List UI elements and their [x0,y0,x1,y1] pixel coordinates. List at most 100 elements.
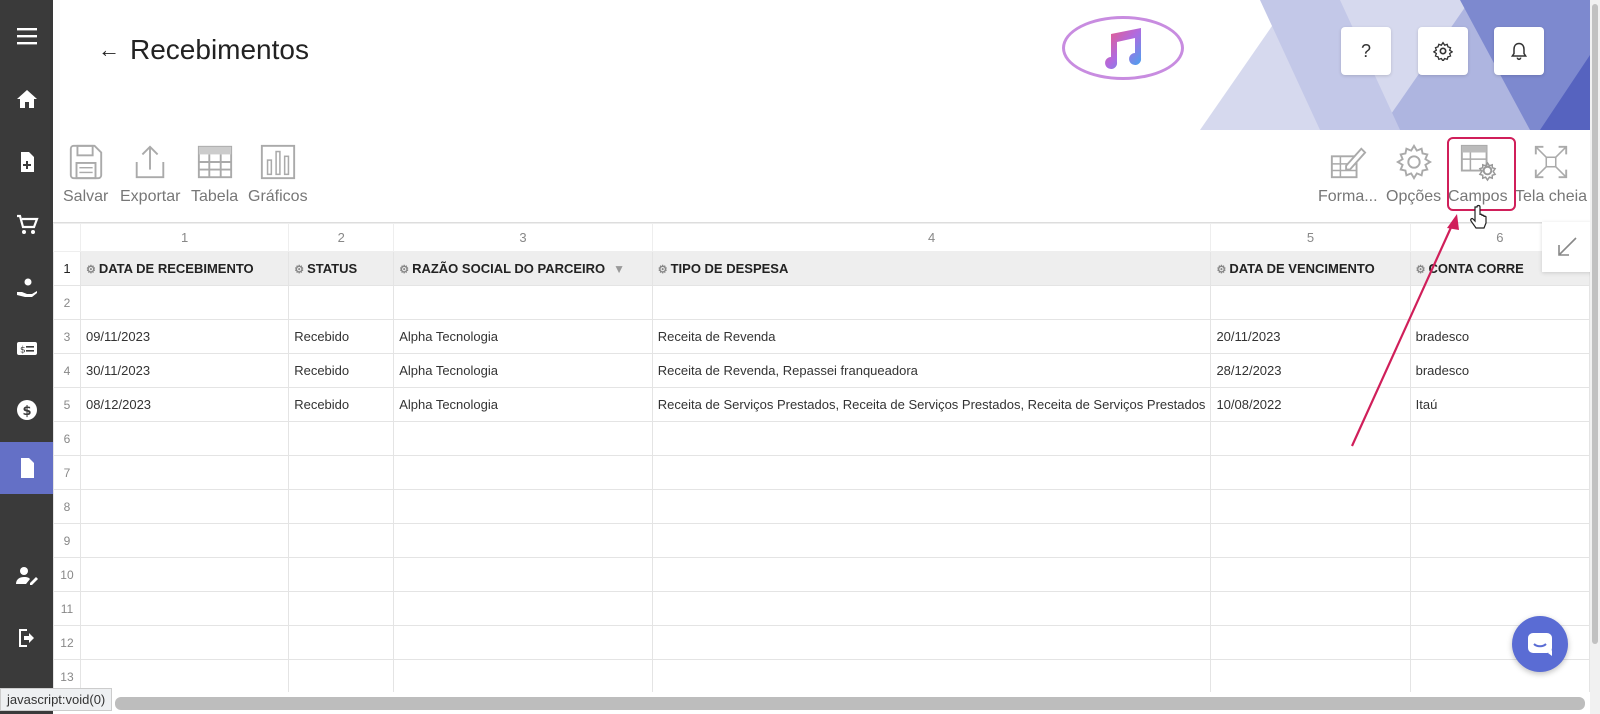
column-number[interactable]: 5 [1210,223,1411,252]
table-cell[interactable] [393,557,653,592]
column-number[interactable]: 3 [393,223,653,252]
table-cell[interactable] [79,523,290,558]
column-header[interactable]: ⚙ RAZÃO SOCIAL DO PARCEIRO ▼ [393,251,653,286]
column-settings-icon[interactable]: ⚙ [399,264,409,276]
table-cell[interactable]: Receita de Revenda, Repassei franqueador… [651,353,1212,388]
column-header[interactable]: ⚙ DATA DE RECEBIMENTO [79,251,290,286]
notifications-button[interactable] [1494,27,1544,75]
column-settings-icon[interactable]: ⚙ [86,264,96,276]
table-cell[interactable] [1409,285,1590,320]
table-cell[interactable] [393,625,653,660]
table-cell[interactable] [393,285,653,320]
export-button[interactable]: Exportar [120,142,180,206]
table-cell[interactable]: Receita de Revenda [651,319,1212,354]
table-cell[interactable] [288,625,395,660]
table-cell[interactable] [79,557,290,592]
reports-document-icon[interactable] [0,442,53,494]
table-row[interactable]: 4 30/11/2023 Recebido Alpha Tecnologia Recei… [53,353,1590,388]
table-cell[interactable] [1409,557,1590,592]
table-cell[interactable] [288,523,395,558]
home-icon[interactable] [0,73,53,125]
table-row[interactable]: 12 [53,625,1590,660]
table-cell[interactable] [79,591,290,626]
table-cell[interactable]: 30/11/2023 [79,353,290,388]
column-settings-icon[interactable]: ⚙ [294,264,304,276]
column-number[interactable]: 2 [288,223,395,252]
settings-button[interactable] [1418,27,1468,75]
cart-icon[interactable] [0,199,53,251]
table-cell[interactable]: Recebido [288,387,395,422]
table-cell[interactable] [651,591,1212,626]
menu-icon[interactable] [0,10,53,62]
user-edit-icon[interactable] [0,550,53,602]
table-cell[interactable] [651,421,1212,456]
table-cell[interactable] [1210,489,1411,524]
table-cell[interactable]: Recebido [288,319,395,354]
horizontal-scrollbar[interactable] [115,697,1585,710]
row-number[interactable]: 5 [53,387,81,422]
table-cell[interactable]: Receita de Serviços Prestados, Receita d… [651,387,1212,422]
fullscreen-button[interactable]: Tela cheia [1515,142,1587,206]
table-cell[interactable] [1210,591,1411,626]
table-cell[interactable] [393,421,653,456]
column-number[interactable]: 1 [79,223,290,252]
table-row[interactable]: 7 [53,455,1590,490]
table-cell[interactable] [288,421,395,456]
table-row[interactable]: 10 [53,557,1590,592]
table-cell[interactable] [651,523,1212,558]
row-number[interactable]: 1 [53,251,81,286]
table-cell[interactable] [1210,421,1411,456]
table-row[interactable]: 6 [53,421,1590,456]
filter-icon[interactable]: ▼ [613,262,625,276]
table-cell[interactable] [1210,557,1411,592]
format-button[interactable]: Forma... [1318,142,1378,206]
column-header[interactable]: ⚙ STATUS [288,251,395,286]
table-row[interactable]: 9 [53,523,1590,558]
table-button[interactable]: Tabela [191,142,238,206]
row-number[interactable]: 6 [53,421,81,456]
column-number[interactable]: 4 [651,223,1212,252]
table-cell[interactable] [393,489,653,524]
table-cell[interactable] [288,557,395,592]
row-number[interactable]: 9 [53,523,81,558]
table-cell[interactable] [651,625,1212,660]
table-cell[interactable] [651,557,1212,592]
logout-icon[interactable] [0,612,53,664]
table-cell[interactable] [1409,455,1590,490]
back-arrow-icon[interactable]: ← [98,37,120,63]
table-cell[interactable] [393,523,653,558]
options-button[interactable]: Opções [1386,142,1441,206]
table-cell[interactable] [1210,659,1411,692]
table-cell[interactable] [393,659,653,692]
charts-button[interactable]: Gráficos [248,142,308,206]
table-cell[interactable]: Recebido [288,353,395,388]
row-number[interactable]: 3 [53,319,81,354]
new-document-icon[interactable] [0,136,53,188]
table-row[interactable]: 3 09/11/2023 Recebido Alpha Tecnologia Recei… [53,319,1590,354]
vertical-scrollbar[interactable] [1590,0,1600,714]
row-number[interactable]: 12 [53,625,81,660]
bill-icon[interactable]: $ [0,322,53,374]
table-cell[interactable]: bradesco [1409,353,1590,388]
save-button[interactable]: Salvar [63,142,108,206]
table-cell[interactable] [79,489,290,524]
table-cell[interactable]: Alpha Tecnologia [393,319,653,354]
table-cell[interactable] [1409,489,1590,524]
table-cell[interactable] [1210,625,1411,660]
table-cell[interactable] [288,659,395,692]
table-row[interactable]: 13 [53,659,1590,692]
table-cell[interactable] [1409,523,1590,558]
row-number[interactable]: 8 [53,489,81,524]
table-cell[interactable]: 09/11/2023 [79,319,290,354]
table-cell[interactable] [288,591,395,626]
row-number[interactable]: 2 [53,285,81,320]
table-cell[interactable] [288,285,395,320]
table-cell[interactable] [393,591,653,626]
column-header[interactable]: ⚙ DATA DE VENCIMENTO [1210,251,1411,286]
collapse-panel-button[interactable] [1542,222,1592,272]
column-settings-icon[interactable]: ⚙ [658,264,668,276]
table-cell[interactable] [288,489,395,524]
column-header[interactable]: ⚙ TIPO DE DESPESA [651,251,1212,286]
table-cell[interactable]: Alpha Tecnologia [393,387,653,422]
table-cell[interactable] [1409,591,1590,626]
